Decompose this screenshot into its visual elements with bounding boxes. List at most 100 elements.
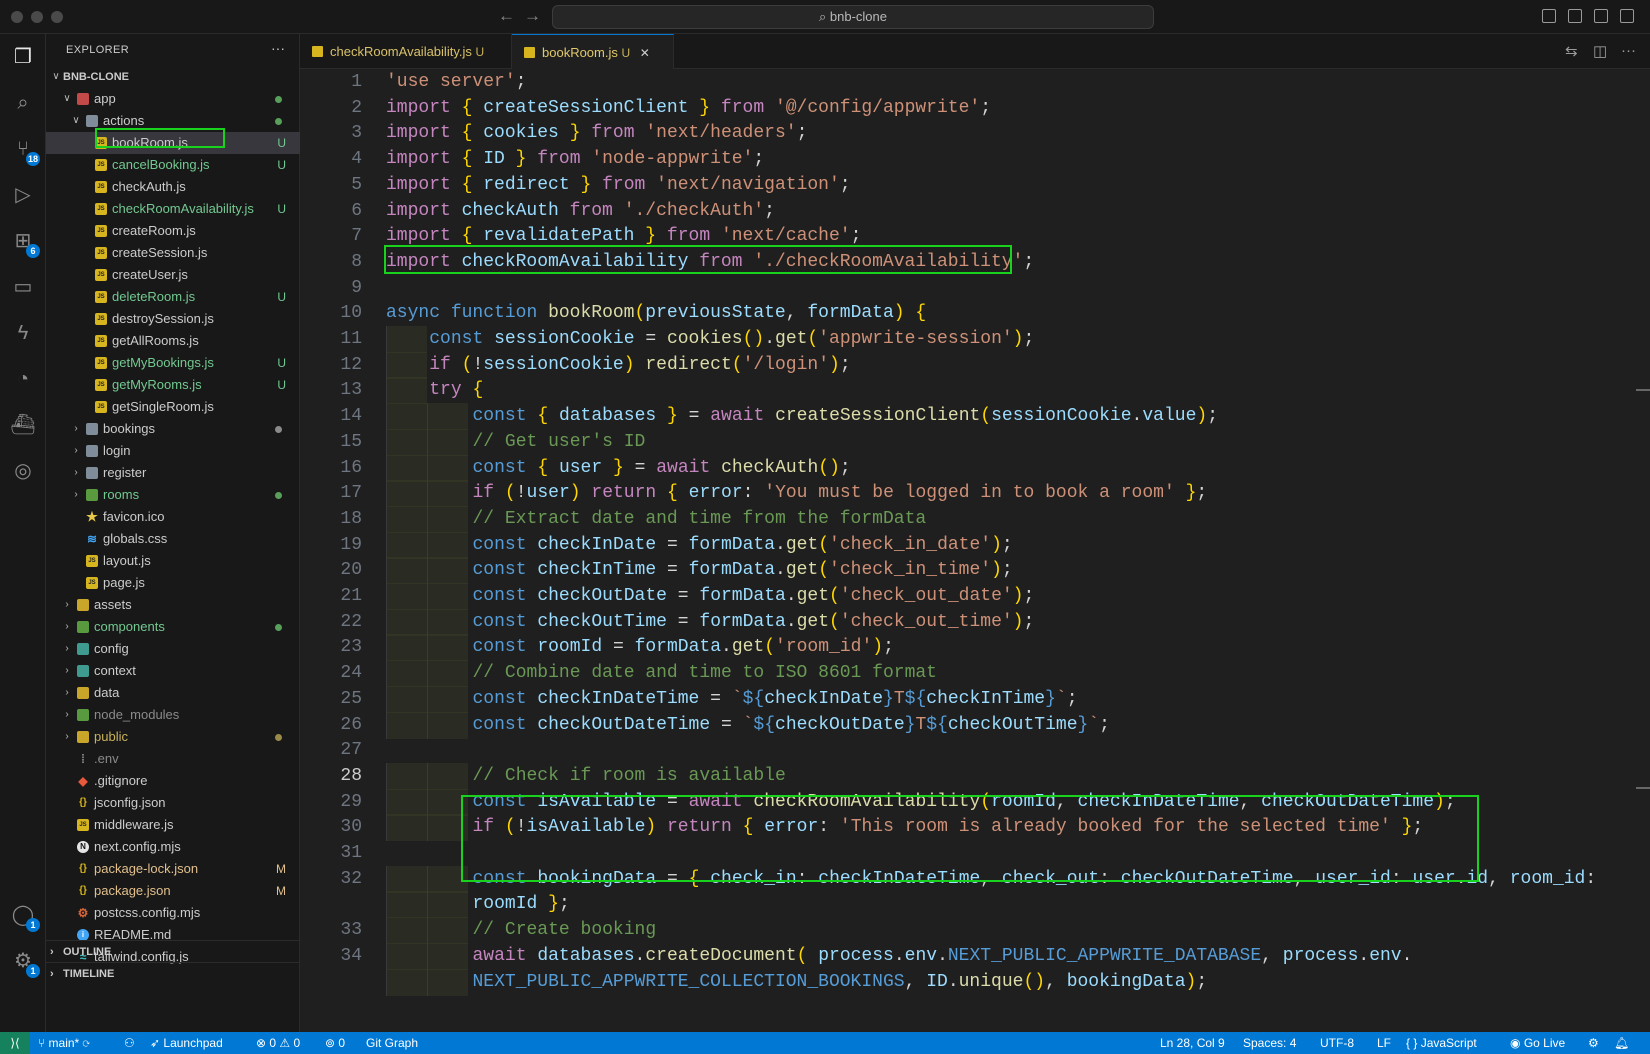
minimize-window-button[interactable]: [31, 11, 43, 23]
code-line[interactable]: 11 const sessionCookie = cookies().get('…: [300, 326, 1650, 353]
code-line[interactable]: 29 const isAvailable = await checkRoomAv…: [300, 788, 1650, 816]
tree-item[interactable]: › public: [46, 726, 300, 748]
tree-item[interactable]: › data: [46, 682, 300, 704]
more-actions-icon[interactable]: ···: [1621, 42, 1636, 59]
tree-item[interactable]: ⁞ .env: [46, 748, 300, 770]
root-folder[interactable]: ∨ BNB-CLONE: [46, 66, 300, 88]
code-line[interactable]: 31: [300, 840, 1650, 867]
tree-item[interactable]: › login: [46, 440, 300, 462]
code-line[interactable]: 14 const { databases } = await createSes…: [300, 403, 1650, 431]
extensions-icon[interactable]: ⊞ 6: [10, 228, 40, 258]
toggle-secondary-sidebar-icon[interactable]: [1594, 9, 1608, 23]
account-icon[interactable]: ◯ 1: [10, 902, 40, 932]
tree-item[interactable]: › components: [46, 616, 300, 638]
tab-bookroom[interactable]: bookRoom.js U ✕: [512, 34, 674, 69]
code-line[interactable]: roomId };: [300, 891, 1650, 919]
code-line[interactable]: 10 async function bookRoom(previousState,…: [300, 300, 1650, 327]
code-line[interactable]: 26 const checkOutDateTime = `${checkOutD…: [300, 711, 1650, 739]
code-line[interactable]: 33 // Create booking: [300, 917, 1650, 945]
code-line[interactable]: 27: [300, 737, 1650, 764]
tree-item[interactable]: ★ favicon.ico: [46, 506, 300, 528]
tree-item[interactable]: JS layout.js: [46, 550, 300, 572]
code-line[interactable]: 24 // Combine date and time to ISO 8601 …: [300, 660, 1650, 688]
branch-status[interactable]: ⑂ main* ⟳: [38, 1032, 90, 1054]
tree-item[interactable]: JS createUser.js: [46, 264, 300, 286]
thunder-client-icon[interactable]: ϟ: [10, 320, 36, 346]
tree-item[interactable]: JS getSingleRoom.js: [46, 396, 300, 418]
notifications-bell-icon[interactable]: 🔔︎: [1614, 1032, 1629, 1054]
code-line[interactable]: 34 await databases.createDocument( proce…: [300, 942, 1650, 970]
tree-item[interactable]: ∨ app: [46, 88, 300, 110]
tree-item[interactable]: › config: [46, 638, 300, 660]
close-window-button[interactable]: [11, 11, 23, 23]
tree-item[interactable]: › node_modules: [46, 704, 300, 726]
code-line[interactable]: 2 import { createSessionClient } from '@/…: [300, 95, 1650, 122]
search-icon[interactable]: ⌕: [10, 90, 36, 116]
code-line[interactable]: 6 import checkAuth from './checkAuth';: [300, 198, 1650, 225]
code-line[interactable]: 7 import { revalidatePath } from 'next/ca…: [300, 223, 1650, 250]
tree-item[interactable]: JS middleware.js: [46, 814, 300, 836]
code-line[interactable]: 20 const checkInTime = formData.get('che…: [300, 557, 1650, 585]
code-line[interactable]: 17 if (!user) return { error: 'You must …: [300, 480, 1650, 508]
indentation-status[interactable]: Spaces: 4: [1243, 1032, 1296, 1054]
tree-item[interactable]: {} package-lock.json M: [46, 858, 300, 880]
command-center-search[interactable]: ⌕ bnb-clone: [552, 5, 1154, 29]
code-line[interactable]: 19 const checkInDate = formData.get('che…: [300, 531, 1650, 559]
tree-item[interactable]: ⚙ postcss.config.mjs: [46, 902, 300, 924]
remote-explorer-icon[interactable]: ▭: [10, 274, 36, 300]
tree-item[interactable]: {} jsconfig.json: [46, 792, 300, 814]
tree-item[interactable]: ◆ .gitignore: [46, 770, 300, 792]
tab-checkroomavailability[interactable]: checkRoomAvailability.js U: [300, 34, 512, 69]
docker-icon[interactable]: ⛴: [10, 412, 36, 438]
eol-status[interactable]: LF: [1377, 1032, 1391, 1054]
back-arrow-icon[interactable]: ←: [498, 6, 515, 26]
code-line[interactable]: 22 const checkOutTime = formData.get('ch…: [300, 608, 1650, 636]
copilot-icon[interactable]: ⚙: [1588, 1032, 1599, 1054]
encoding-status[interactable]: UTF-8: [1320, 1032, 1354, 1054]
code-line[interactable]: 25 const checkInDateTime = `${checkInDat…: [300, 685, 1650, 713]
toggle-sidebar-icon[interactable]: [1542, 9, 1556, 23]
code-line[interactable]: 4 import { ID } from 'node-appwrite';: [300, 146, 1650, 173]
code-line[interactable]: 3 import { cookies } from 'next/headers';: [300, 120, 1650, 147]
code-line[interactable]: 16 const { user } = await checkAuth();: [300, 454, 1650, 482]
run-debug-icon[interactable]: ▷: [10, 182, 36, 208]
code-editor[interactable]: 1 'use server'; 2 import { createSessionCli…: [300, 69, 1650, 1032]
code-line[interactable]: 30 if (!isAvailable) return { error: 'Th…: [300, 814, 1650, 842]
forward-arrow-icon[interactable]: →: [524, 6, 541, 26]
split-editor-icon[interactable]: ◫: [1593, 42, 1607, 60]
tree-item[interactable]: JS destroySession.js: [46, 308, 300, 330]
code-line[interactable]: 18 // Extract date and time from the for…: [300, 505, 1650, 533]
tree-item[interactable]: JS deleteRoom.js U: [46, 286, 300, 308]
tree-item[interactable]: › rooms: [46, 484, 300, 506]
tree-item[interactable]: JS getMyRooms.js U: [46, 374, 300, 396]
tree-item[interactable]: JS createSession.js: [46, 242, 300, 264]
code-line[interactable]: 13 try {: [300, 377, 1650, 405]
code-line[interactable]: 12 if (!sessionCookie) redirect('/login'…: [300, 351, 1650, 379]
customize-layout-icon[interactable]: [1620, 9, 1634, 23]
toggle-panel-icon[interactable]: [1568, 9, 1582, 23]
gitlens-status-icon[interactable]: ⚇: [124, 1032, 135, 1054]
tree-item[interactable]: JS cancelBooking.js U: [46, 154, 300, 176]
tree-item[interactable]: ∨ actions: [46, 110, 300, 132]
tree-item[interactable]: JS createRoom.js: [46, 220, 300, 242]
tree-item[interactable]: JS bookRoom.js U: [46, 132, 300, 154]
tree-item[interactable]: › assets: [46, 594, 300, 616]
tree-item[interactable]: JS getMyBookings.js U: [46, 352, 300, 374]
code-line[interactable]: 32 const bookingData = { check_in: check…: [300, 865, 1650, 893]
code-line[interactable]: 23 const roomId = formData.get('room_id'…: [300, 634, 1650, 662]
maximize-window-button[interactable]: [51, 11, 63, 23]
code-line[interactable]: NEXT_PUBLIC_APPWRITE_COLLECTION_BOOKINGS…: [300, 968, 1650, 996]
tree-item[interactable]: JS page.js: [46, 572, 300, 594]
cursor-position[interactable]: Ln 28, Col 9: [1160, 1032, 1225, 1054]
tree-item[interactable]: {} package.json M: [46, 880, 300, 902]
outline-section[interactable]: › OUTLINE: [46, 940, 300, 962]
go-live-button[interactable]: ◉ Go Live: [1510, 1032, 1565, 1054]
tree-item[interactable]: JS getAllRooms.js: [46, 330, 300, 352]
remote-icon[interactable]: ⟩⟨: [0, 1032, 30, 1054]
tree-item[interactable]: JS checkRoomAvailability.js U: [46, 198, 300, 220]
tree-item[interactable]: › context: [46, 660, 300, 682]
gitlens-icon[interactable]: ◎: [10, 458, 36, 484]
launchpad-status[interactable]: ➶ Launchpad: [150, 1032, 223, 1054]
tree-item[interactable]: › register: [46, 462, 300, 484]
editor-scrollbar[interactable]: [1636, 69, 1650, 1032]
